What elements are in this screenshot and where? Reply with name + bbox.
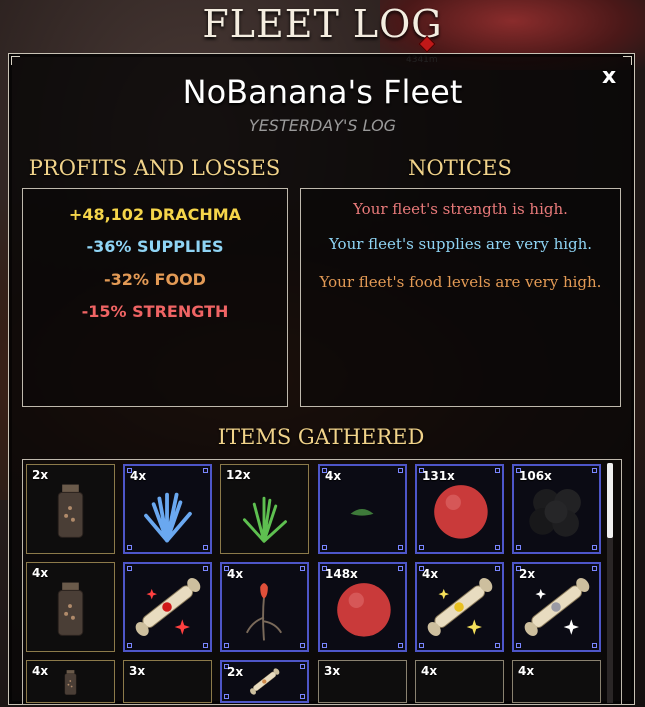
notice-food: Your fleet's food levels are very high. (319, 273, 602, 291)
item-slot[interactable]: 4x (26, 660, 115, 703)
item-slot[interactable]: 12x (220, 464, 309, 554)
corner-decoration (11, 56, 20, 65)
item-quantity: 4x (518, 664, 535, 678)
loss-food: -32% FOOD (104, 270, 206, 289)
notices-box: Your fleet's strength is high. Your flee… (300, 188, 621, 407)
item-quantity: 2x (519, 567, 536, 581)
rarity-corner-icon (203, 468, 208, 473)
notice-supplies: Your fleet's supplies are very high. (328, 235, 593, 253)
item-slot[interactable]: 4x (415, 562, 504, 652)
rarity-corner-icon (127, 545, 132, 550)
rarity-corner-icon (398, 545, 403, 550)
item-quantity: 106x (519, 469, 552, 483)
rarity-corner-icon (516, 545, 521, 550)
rarity-corner-icon (419, 643, 424, 648)
item-quantity: 4x (325, 469, 342, 483)
rarity-corner-icon (592, 566, 597, 571)
item-quantity: 4x (421, 664, 438, 678)
rarity-corner-icon (322, 545, 327, 550)
rarity-corner-icon (495, 468, 500, 473)
fleet-name: NoBanana's Fleet (182, 73, 463, 111)
item-quantity: 148x (325, 567, 358, 581)
rarity-corner-icon (300, 694, 305, 699)
item-quantity: 4x (32, 664, 49, 678)
rarity-corner-icon (300, 643, 305, 648)
rarity-corner-icon (419, 545, 424, 550)
item-slot[interactable]: 3x (123, 660, 212, 703)
rarity-corner-icon (322, 643, 327, 648)
item-quantity: 3x (129, 664, 146, 678)
rarity-corner-icon (495, 545, 500, 550)
item-slot[interactable]: 4x (220, 562, 309, 652)
rarity-corner-icon (224, 694, 229, 699)
item-slot[interactable]: 2x (512, 562, 601, 652)
loss-supplies: -36% SUPPLIES (86, 237, 224, 256)
item-slot[interactable]: 4x (318, 464, 407, 554)
items-scrollbar[interactable] (607, 463, 613, 703)
notices-title: NOTICES (408, 156, 512, 180)
loss-strength: -15% STRENGTH (81, 302, 229, 321)
item-slot[interactable]: 4x (512, 660, 601, 703)
log-subtitle: YESTERDAY'S LOG (248, 116, 397, 135)
rarity-corner-icon (516, 643, 521, 648)
profits-title: PROFITS AND LOSSES (28, 156, 281, 180)
rarity-corner-icon (592, 643, 597, 648)
item-quantity: 3x (324, 664, 341, 678)
item-quantity: 4x (422, 567, 439, 581)
item-slot[interactable]: 2x (26, 464, 115, 554)
rarity-corner-icon (203, 566, 208, 571)
item-quantity: 4x (130, 469, 147, 483)
corner-decoration (623, 56, 632, 65)
scrollbar-thumb[interactable] (607, 463, 613, 538)
rarity-corner-icon (127, 566, 132, 571)
items-title: ITEMS GATHERED (217, 425, 425, 449)
rarity-corner-icon (592, 545, 597, 550)
item-quantity: 2x (32, 468, 49, 482)
rarity-corner-icon (224, 643, 229, 648)
item-slot[interactable]: 2x (220, 660, 309, 703)
item-quantity: 4x (227, 567, 244, 581)
profits-box: +48,102 DRACHMA -36% SUPPLIES -32% FOOD … (22, 188, 288, 407)
item-quantity: 2x (227, 665, 244, 679)
window-title: FLEET LOG (202, 2, 443, 46)
item-quantity: 4x (32, 566, 49, 580)
item-slot[interactable]: 106x (512, 464, 601, 554)
red-scroll-icon (135, 578, 201, 636)
item-slot[interactable]: 131x (415, 464, 504, 554)
rarity-corner-icon (203, 545, 208, 550)
item-slot[interactable] (123, 562, 212, 652)
item-slot[interactable]: 148x (318, 562, 407, 652)
rarity-corner-icon (300, 566, 305, 571)
rarity-corner-icon (398, 643, 403, 648)
notice-strength: Your fleet's strength is high. (353, 200, 568, 218)
rarity-corner-icon (127, 643, 132, 648)
profit-drachma: +48,102 DRACHMA (68, 205, 242, 224)
item-slot[interactable]: 3x (318, 660, 407, 703)
item-slot[interactable]: 4x (415, 660, 504, 703)
rarity-corner-icon (398, 468, 403, 473)
item-quantity: 12x (226, 468, 251, 482)
item-slot[interactable]: 4x (26, 562, 115, 652)
item-quantity: 131x (422, 469, 455, 483)
rarity-corner-icon (300, 664, 305, 669)
rarity-corner-icon (398, 566, 403, 571)
rarity-corner-icon (592, 468, 597, 473)
rarity-corner-icon (495, 643, 500, 648)
rarity-corner-icon (495, 566, 500, 571)
rarity-corner-icon (203, 643, 208, 648)
item-slot[interactable]: 4x (123, 464, 212, 554)
